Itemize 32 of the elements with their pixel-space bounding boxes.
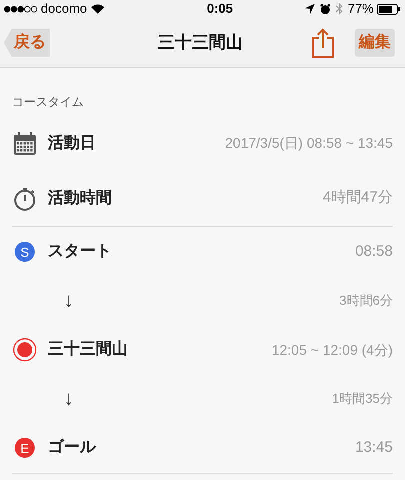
row-value: 13:45 xyxy=(355,438,393,458)
section-header: コースタイム xyxy=(12,95,84,109)
edit-button[interactable]: 編集 xyxy=(355,28,395,56)
waypoint-icon xyxy=(13,338,37,362)
row-label: ゴール xyxy=(48,438,96,458)
row-value: 08:58 xyxy=(355,242,393,262)
row-value: 2017/3/5(日) 08:58 ~ 13:45 xyxy=(225,134,393,153)
row-label: 三十三間山 xyxy=(48,340,128,360)
location-arrow-icon xyxy=(304,4,315,14)
stopwatch-icon xyxy=(13,186,37,210)
row-label: 活動日 xyxy=(48,134,96,154)
window-title: 三十三間山 xyxy=(157,32,243,54)
signal-icon xyxy=(4,6,38,12)
row-label: スタート xyxy=(48,242,112,262)
duration-text: 3時間6分 xyxy=(340,292,393,310)
goal-badge-icon: E xyxy=(15,438,35,458)
share-icon[interactable] xyxy=(311,28,335,58)
duration-text: 1時間35分 xyxy=(332,390,393,408)
row-value: 4時間47分 xyxy=(322,188,393,208)
battery-icon xyxy=(377,4,401,14)
start-badge-icon: S xyxy=(15,242,35,262)
down-arrow: ↓ xyxy=(64,387,74,412)
calendar-icon xyxy=(13,132,37,156)
down-arrow: ↓ xyxy=(64,289,74,314)
battery-percent: 77% xyxy=(348,0,374,18)
alarm-icon xyxy=(320,4,331,14)
clock-time: 0:05 xyxy=(206,0,234,18)
row-value: 12:05 ~ 12:09 (4分) xyxy=(272,340,393,360)
wifi-icon xyxy=(91,4,106,14)
carrier-name: docomo xyxy=(41,0,88,18)
bluetooth-icon xyxy=(336,3,343,15)
row-label: 活動時間 xyxy=(48,188,112,208)
